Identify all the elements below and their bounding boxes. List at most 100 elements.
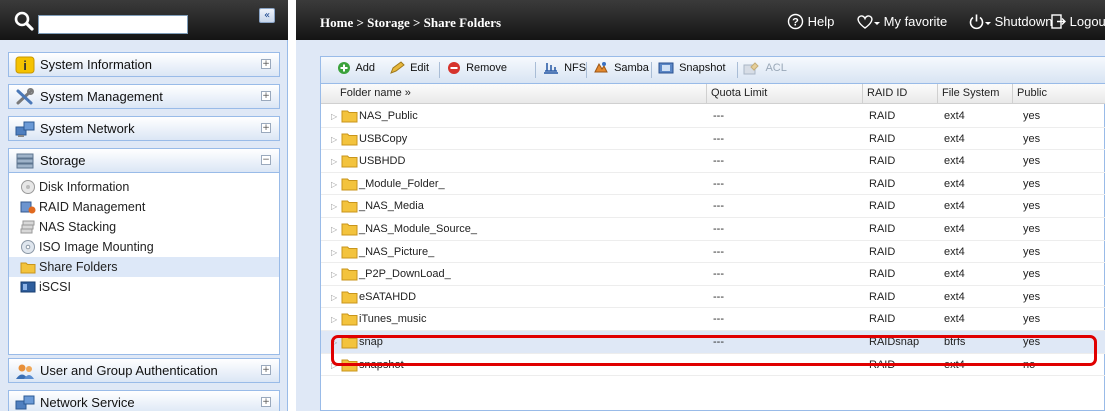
samba-label: Samba — [614, 62, 649, 74]
logout-label: Logout — [1069, 14, 1105, 29]
snapshot-label: Snapshot — [679, 62, 726, 74]
table-row[interactable]: ▷ eSATAHDD --- RAID ext4 yes — [321, 286, 1105, 309]
expand-toggle-icon[interactable]: + — [261, 397, 271, 407]
sidebar-item-iscsi[interactable]: iSCSI — [9, 277, 279, 297]
cell-raid-id: RAID — [869, 110, 896, 122]
storage-submenu: Disk Information RAID Management NAS Sta… — [8, 173, 280, 355]
table-row[interactable]: ▷ _NAS_Module_Source_ --- RAID ext4 yes — [321, 218, 1105, 241]
sidebar-item-label: Share Folders — [39, 260, 118, 274]
edit-button[interactable]: Edit — [389, 61, 429, 80]
expand-row-icon[interactable]: ▷ — [331, 157, 337, 166]
column-header-file-system[interactable]: File System — [938, 84, 1013, 104]
table-row[interactable]: ▷ _P2P_DownLoad_ --- RAID ext4 yes — [321, 263, 1105, 286]
expand-row-icon[interactable]: ▷ — [331, 202, 337, 211]
remove-button[interactable]: Remove — [447, 61, 507, 80]
nav-section-network-service[interactable]: Network Service + — [8, 390, 280, 411]
cell-file-system: ext4 — [944, 200, 965, 213]
table-row[interactable]: ▷ _NAS_Media --- RAID ext4 yes — [321, 195, 1105, 218]
tools-icon — [16, 88, 34, 105]
column-header-quota-limit[interactable]: Quota Limit — [707, 84, 863, 104]
expand-row-icon[interactable]: ▷ — [331, 112, 337, 121]
folder-icon — [341, 200, 358, 213]
stacking-icon — [20, 220, 35, 234]
shutdown-link[interactable]: Shutdown — [968, 13, 1052, 30]
table-row[interactable]: ▷ _Module_Folder_ --- RAID ext4 yes — [321, 173, 1105, 196]
snapshot-button[interactable]: Snapshot — [658, 61, 726, 80]
expand-row-icon[interactable]: ▷ — [331, 293, 337, 302]
logout-icon — [1051, 14, 1066, 29]
sidebar-item-disk-information[interactable]: Disk Information — [9, 177, 279, 197]
cell-quota-limit: --- — [713, 290, 724, 303]
table-row[interactable]: ▷ _NAS_Picture_ --- RAID ext4 yes — [321, 241, 1105, 264]
column-header-raid-id[interactable]: RAID ID — [863, 84, 938, 104]
table-row[interactable]: ▷ USBHDD --- RAID ext4 yes — [321, 150, 1105, 173]
nav-section-user-group-authentication[interactable]: User and Group Authentication + — [8, 358, 280, 383]
toolbar-separator — [535, 62, 536, 78]
sidebar-item-label: NAS Stacking — [39, 220, 117, 234]
column-header-public[interactable]: Public — [1013, 84, 1105, 104]
sidebar-item-raid-management[interactable]: RAID Management — [9, 197, 279, 217]
nav-section-label: Storage — [40, 153, 86, 168]
snapshot-icon — [658, 62, 674, 74]
table-row[interactable]: ▷ NAS_Public --- RAID ext4 yes — [321, 105, 1105, 128]
expand-row-icon[interactable]: ▷ — [331, 270, 337, 279]
cell-file-system: ext4 — [944, 290, 965, 303]
collapse-toggle-icon[interactable]: − — [261, 155, 271, 165]
cell-file-system: ext4 — [944, 177, 965, 190]
nav-section-system-management[interactable]: System Management + — [8, 84, 280, 109]
cell-public: yes — [1023, 177, 1041, 190]
search-input[interactable] — [38, 15, 188, 34]
breadcrumb[interactable]: Home > Storage > Share Folders — [320, 15, 501, 31]
nav-section-label: System Information — [40, 57, 152, 72]
search-icon[interactable] — [13, 10, 35, 32]
folder-icon — [20, 262, 36, 274]
cell-folder-name: _NAS_Picture_ — [359, 245, 435, 258]
expand-toggle-icon[interactable]: + — [261, 365, 271, 375]
expand-toggle-icon[interactable]: + — [261, 59, 271, 69]
cell-quota-limit: --- — [713, 110, 724, 122]
sidebar-item-nas-stacking[interactable]: NAS Stacking — [9, 217, 279, 237]
samba-button[interactable]: Samba — [593, 61, 649, 80]
sidebar-item-share-folders[interactable]: Share Folders — [9, 257, 279, 277]
annotation-highlight-box — [331, 335, 1097, 366]
nav-section-system-information[interactable]: i System Information + — [8, 52, 280, 77]
expand-row-icon[interactable]: ▷ — [331, 248, 337, 257]
add-icon — [338, 62, 350, 74]
my-favorite-label: My favorite — [883, 14, 948, 29]
add-button[interactable]: Add — [337, 61, 375, 80]
table-row[interactable]: ▷ iTunes_music --- RAID ext4 yes — [321, 308, 1105, 331]
expand-toggle-icon[interactable]: + — [261, 123, 271, 133]
nav-section-system-network[interactable]: System Network + — [8, 116, 280, 141]
my-favorite-link[interactable]: My favorite — [856, 13, 947, 30]
cell-file-system: ext4 — [944, 313, 965, 326]
folder-icon — [341, 110, 358, 123]
table-row[interactable]: ▷ USBCopy --- RAID ext4 yes — [321, 128, 1105, 151]
expand-row-icon[interactable]: ▷ — [331, 180, 337, 189]
expand-row-icon[interactable]: ▷ — [331, 225, 337, 234]
svg-text:?: ? — [792, 17, 799, 29]
cell-quota-limit: --- — [713, 132, 724, 145]
folder-icon — [341, 291, 358, 304]
expand-toggle-icon[interactable]: + — [261, 91, 271, 101]
help-link[interactable]: ? Help — [787, 13, 834, 30]
expand-row-icon[interactable]: ▷ — [331, 315, 337, 324]
column-header-folder-name[interactable]: Folder name » — [321, 84, 707, 104]
collapse-panel-button[interactable]: « — [259, 8, 275, 23]
sidebar-item-label: iSCSI — [39, 280, 71, 294]
expand-row-icon[interactable]: ▷ — [331, 135, 337, 144]
cell-raid-id: RAID — [869, 132, 896, 145]
cell-folder-name: _NAS_Module_Source_ — [359, 223, 478, 235]
left-navigation-panel: « i System Information + System Manageme… — [0, 0, 288, 411]
cell-raid-id: RAID — [869, 313, 896, 326]
sidebar-item-iso-image-mounting[interactable]: ISO Image Mounting — [9, 237, 279, 257]
folder-icon — [341, 178, 358, 191]
logout-link[interactable]: Logout — [1050, 13, 1105, 30]
top-bar: Home > Storage > Share Folders ? Help My… — [296, 0, 1105, 40]
folder-icon — [341, 268, 358, 281]
power-icon — [969, 14, 984, 30]
remove-icon — [448, 62, 460, 74]
nav-section-storage[interactable]: Storage − — [8, 148, 280, 173]
acl-button[interactable]: ACL — [743, 61, 787, 80]
cell-folder-name: iTunes_music — [359, 313, 427, 326]
nfs-button[interactable]: NFS — [543, 61, 586, 80]
